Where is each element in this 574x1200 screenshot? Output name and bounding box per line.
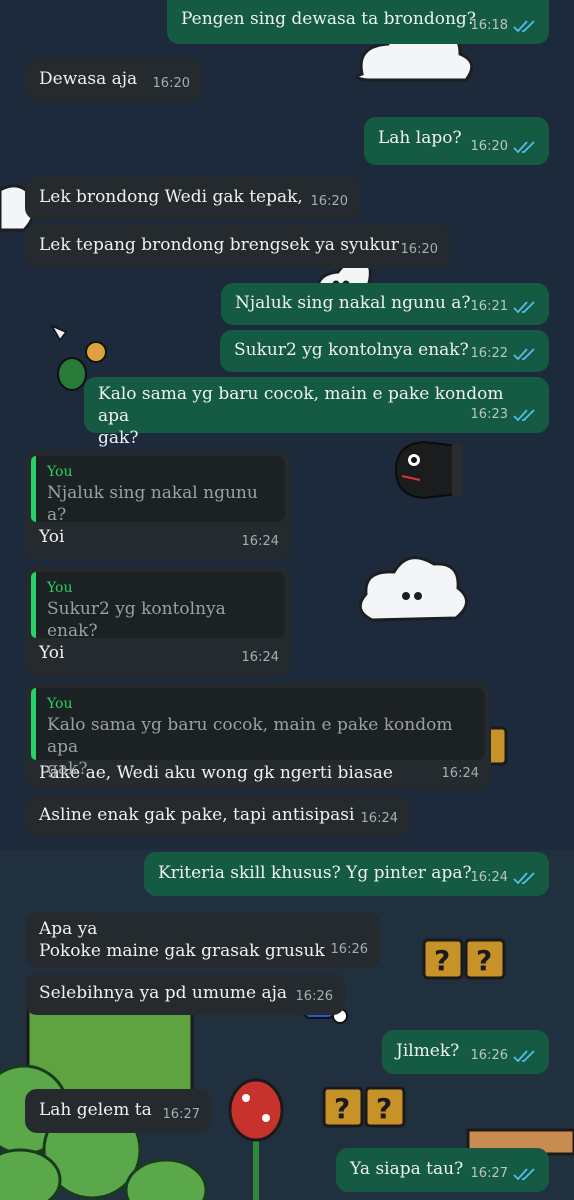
message-bubble-outgoing[interactable]: Lah lapo? 16:20	[364, 117, 549, 165]
message-bubble-incoming[interactable]: Apa ya Pokoke maine gak grasak grusuk 16…	[25, 912, 380, 968]
message-text: Lek brondong Wedi gak tepak,	[39, 187, 303, 207]
message-time: 16:26	[295, 989, 333, 1004]
double-check-icon	[513, 1050, 535, 1063]
reply-bubble-incoming[interactable]: You Kalo sama yg baru cocok, main e pake…	[25, 682, 491, 790]
bullet-icon	[394, 440, 462, 500]
quoted-message[interactable]: You Kalo sama yg baru cocok, main e pake…	[31, 688, 485, 779]
quoted-text: Kalo sama yg baru cocok, main e pake kon…	[47, 715, 453, 779]
message-time: 16:26	[330, 942, 368, 957]
message-time: 16:24	[241, 534, 279, 549]
message-bubble-outgoing[interactable]: Jilmek? 16:26	[382, 1030, 549, 1074]
message-time: 16:20	[310, 194, 348, 209]
message-meta: 16:24	[442, 763, 479, 785]
quoted-sender: You	[47, 580, 73, 596]
message-time: 16:21	[470, 299, 508, 314]
svg-text:?: ?	[376, 1092, 392, 1125]
double-check-icon	[513, 141, 535, 154]
message-text: Lek tepang brondong brengsek ya syukur	[39, 235, 399, 255]
message-meta: 16:21	[471, 296, 537, 318]
message-time: 16:24	[241, 650, 279, 665]
message-bubble-incoming[interactable]: Asline enak gak pake, tapi antisipasi 16…	[25, 795, 410, 837]
message-time: 16:27	[470, 1166, 508, 1181]
message-meta: 16:20	[471, 136, 537, 158]
message-bubble-outgoing[interactable]: Sukur2 yg kontolnya enak? 16:22	[220, 330, 549, 372]
double-check-icon	[513, 348, 535, 361]
message-meta: 16:24	[361, 808, 398, 830]
message-bubble-incoming[interactable]: Lek tepang brondong brengsek ya syukur 1…	[25, 224, 450, 268]
message-time: 16:24	[470, 870, 508, 885]
quoted-message[interactable]: You Sukur2 yg kontolnya enak?	[31, 572, 285, 641]
message-bubble-outgoing[interactable]: Kriteria skill khusus? Yg pinter apa? 16…	[144, 852, 549, 896]
message-text: Asline enak gak pake, tapi antisipasi	[39, 805, 355, 825]
quoted-sender: You	[47, 464, 73, 480]
message-bubble-incoming[interactable]: Lek brondong Wedi gak tepak, 16:20	[25, 176, 360, 220]
message-meta: 16:22	[471, 343, 537, 365]
message-time: 16:18	[470, 18, 508, 33]
double-check-icon	[513, 301, 535, 314]
message-meta: 16:23	[471, 404, 537, 426]
message-text: Apa ya Pokoke maine gak grasak grusuk	[39, 919, 325, 961]
message-meta: 16:26	[331, 939, 368, 961]
reply-bubble-incoming[interactable]: You Sukur2 yg kontolnya enak? Yoi 16:24	[25, 566, 291, 676]
message-meta: 16:24	[242, 647, 279, 669]
message-time: 16:20	[400, 242, 438, 257]
double-check-icon	[513, 20, 535, 33]
double-check-icon	[513, 872, 535, 885]
svg-text:?: ?	[434, 944, 450, 977]
double-check-icon	[513, 1168, 535, 1181]
svg-text:?: ?	[476, 944, 492, 977]
message-meta: 16:20	[153, 73, 190, 95]
quoted-text: Njaluk sing nakal ngunu a?	[47, 483, 264, 525]
quoted-sender: You	[47, 696, 73, 712]
svg-text:?: ?	[334, 1092, 350, 1125]
message-text: Selebihnya ya pd umume aja	[39, 983, 288, 1003]
message-time: 16:24	[360, 811, 398, 826]
message-bubble-outgoing[interactable]: Ya siapa tau? 16:27	[336, 1148, 549, 1192]
quoted-message[interactable]: You Njaluk sing nakal ngunu a?	[31, 456, 285, 525]
message-meta: 16:24	[471, 867, 537, 889]
reply-bubble-incoming[interactable]: You Njaluk sing nakal ngunu a? Yoi 16:24	[25, 450, 291, 560]
message-time: 16:20	[470, 139, 508, 154]
message-time: 16:24	[441, 766, 479, 781]
message-text: Kalo sama yg baru cocok, main e pake kon…	[98, 384, 504, 448]
message-bubble-outgoing[interactable]: Kalo sama yg baru cocok, main e pake kon…	[84, 377, 549, 448]
message-meta: 16:18	[471, 15, 537, 37]
message-bubble-outgoing[interactable]: Pengen sing dewasa ta brondong? 16:18	[167, 0, 549, 44]
message-bubble-incoming[interactable]: Dewasa aja 16:20	[25, 58, 202, 102]
quoted-text: Sukur2 yg kontolnya enak?	[47, 599, 232, 641]
message-meta: 16:27	[163, 1104, 200, 1126]
message-meta: 16:26	[296, 986, 333, 1008]
message-time: 16:26	[470, 1048, 508, 1063]
message-meta: 16:24	[242, 531, 279, 553]
message-bubble-outgoing[interactable]: Njaluk sing nakal ngunu a? 16:21	[221, 283, 549, 325]
message-meta: 16:20	[401, 239, 438, 261]
message-time: 16:22	[470, 346, 508, 361]
message-bubble-incoming[interactable]: Selebihnya ya pd umume aja 16:26	[25, 973, 345, 1015]
message-meta: 16:27	[471, 1163, 537, 1185]
message-time: 16:23	[470, 407, 508, 422]
message-time: 16:20	[152, 76, 190, 91]
message-time: 16:27	[162, 1107, 200, 1122]
message-meta: 16:26	[471, 1045, 537, 1067]
message-bubble-incoming[interactable]: Lah gelem ta 16:27	[25, 1089, 212, 1133]
message-meta: 16:20	[311, 191, 348, 213]
double-check-icon	[513, 409, 535, 422]
